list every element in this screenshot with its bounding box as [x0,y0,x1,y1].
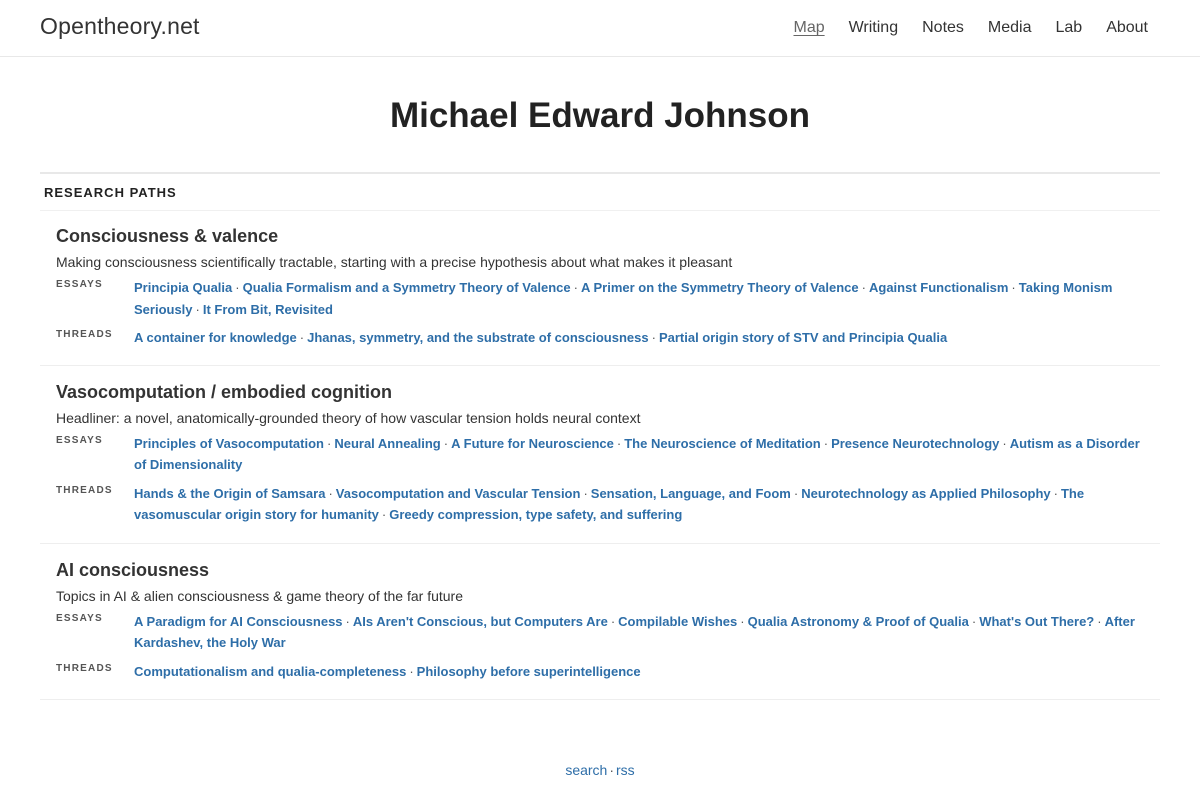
site-header: Opentheory.net Map Writing Notes Media L… [0,0,1200,57]
research-path: Consciousness & valence Making consciousn… [40,211,1160,366]
essays-label: ESSAYS [56,434,103,446]
essays-row: ESSAYS Principles of Vasocomputation · Neur… [56,433,1144,476]
essays-row: ESSAYS A Paradigm for AI Consciousness · AI… [56,611,1144,654]
link-separator: · [610,613,616,629]
link-separator: · [861,280,866,295]
link-separator: · [573,280,578,295]
essay-link[interactable]: A Paradigm for AI Consciousness [134,614,343,629]
research-path: AI consciousness Topics in AI & alien con… [40,544,1160,700]
link-separator: · [345,613,350,629]
thread-link[interactable]: Jhanas, symmetry, and the substrate of c… [307,330,649,345]
thread-link[interactable]: Hands & the Origin of Samsara [134,486,325,501]
nav-lab[interactable]: Lab [1055,19,1082,37]
link-separator: · [1097,613,1102,629]
thread-link[interactable]: Sensation, Language, and Foom [591,486,791,501]
thread-links: Computationalism and qualia-completeness… [134,661,1144,683]
nav-notes[interactable]: Notes [922,19,964,37]
link-separator: · [409,663,414,679]
path-title: Consciousness & valence [56,226,279,246]
page-title: Michael Edward Johnson [389,96,811,135]
essay-links: Principles of Vasocomputation · Neural Ann… [134,433,1144,476]
link-separator: · [443,435,449,451]
site-brand-link[interactable]: Opentheory.net [40,13,200,40]
link-separator: · [1053,485,1058,501]
nav-map[interactable]: Map [793,19,824,37]
link-separator: · [793,485,799,501]
essay-link[interactable]: Against Functionalism [869,280,1008,295]
path-title: Vasocomputation / embodied cognition [56,381,393,402]
link-separator: · [823,435,829,451]
thread-links: A container for knowledge · Jhanas, symmet… [134,327,1144,349]
link-separator: · [299,330,305,345]
nav-writing[interactable]: Writing [849,19,899,37]
path-title: AI consciousness [56,559,210,580]
threads-label: THREADS [56,329,113,340]
link-separator: · [616,435,622,451]
threads-row: THREADS Computationalism and qualia-compl… [56,661,1144,683]
research-path: Vasocomputation / embodied cognition Head… [40,366,1160,544]
essay-link[interactable]: AIs Aren't Conscious, but Computers Are [353,614,608,629]
essay-link[interactable]: The Neuroscience of Meditation [624,436,820,451]
essay-links: Principia Qualia · Qualia Formalism and a … [134,277,1144,320]
essay-link[interactable]: What's Out There? [979,614,1094,629]
threads-row: THREADS A container for knowledge · Jhanas,… [56,327,1144,349]
essay-link[interactable]: Principia Qualia [134,280,232,295]
threads-label: THREADS [56,662,113,674]
essays-row: ESSAYS Principia Qualia · Qualia Formalism … [56,277,1144,320]
thread-link[interactable]: Neurotechnology as Applied Philosophy [801,486,1050,501]
essay-links: A Paradigm for AI Consciousness · AIs Aren… [134,611,1144,654]
footer-separator: · [609,762,615,778]
link-separator: · [1011,280,1016,295]
path-description: Headliner: a novel, anatomically-grounde… [56,409,641,426]
threads-label: THREADS [56,484,113,496]
section-heading: RESEARCH PATHS [40,174,1160,211]
nav-about[interactable]: About [1106,19,1148,37]
thread-links: Hands & the Origin of Samsara · Vasocomput… [134,483,1144,526]
research-paths-section: RESEARCH PATHS Consciousness & valence Ma… [40,172,1160,700]
thread-link[interactable]: Partial origin story of STV and Principi… [659,330,947,345]
thread-link[interactable]: Greedy compression, type safety, and suf… [389,507,682,522]
essay-link[interactable]: Qualia Formalism and a Symmetry Theory o… [243,280,571,295]
threads-row: THREADS Hands & the Origin of Samsara · Vas… [56,483,1144,526]
essays-label: ESSAYS [56,612,103,624]
link-separator: · [740,613,745,629]
thread-link[interactable]: A container for knowledge [134,330,297,345]
essay-link[interactable]: A Primer on the Symmetry Theory of Valen… [581,280,859,295]
link-separator: · [235,280,240,295]
path-description: Making consciousness scientifically trac… [56,254,733,270]
link-separator: · [971,613,977,629]
thread-link[interactable]: Computationalism and qualia-completeness [134,664,406,679]
essay-link[interactable]: Neural Annealing [334,436,440,451]
essays-label: ESSAYS [56,279,103,290]
link-separator: · [328,485,333,501]
thread-link[interactable]: Philosophy before superintelligence [417,664,641,679]
link-separator: · [326,435,332,451]
link-separator: · [381,507,387,522]
essay-link[interactable]: It From Bit, Revisited [203,302,333,317]
footer-search-link[interactable]: search [565,762,607,778]
link-separator: · [195,301,200,317]
essay-link[interactable]: Compilable Wishes [618,614,737,629]
nav-media[interactable]: Media [988,19,1032,37]
main-nav: Map Writing Notes Media Lab About [769,19,1148,37]
link-separator: · [1002,435,1007,451]
footer-rss-link[interactable]: rss [616,762,635,778]
essay-link[interactable]: Principles of Vasocomputation [134,436,324,451]
essay-link[interactable]: A Future for Neuroscience [451,436,614,451]
essay-link[interactable]: Presence Neurotechnology [831,436,999,451]
site-footer: search · rss [0,762,1200,778]
thread-link[interactable]: Vasocomputation and Vascular Tension [336,486,581,501]
essay-link[interactable]: Qualia Astronomy & Proof of Qualia [748,614,969,629]
research-paths-list: Consciousness & valence Making consciousn… [40,211,1160,700]
path-description: Topics in AI & alien consciousness & gam… [56,587,463,604]
link-separator: · [583,485,588,501]
link-separator: · [651,330,656,345]
